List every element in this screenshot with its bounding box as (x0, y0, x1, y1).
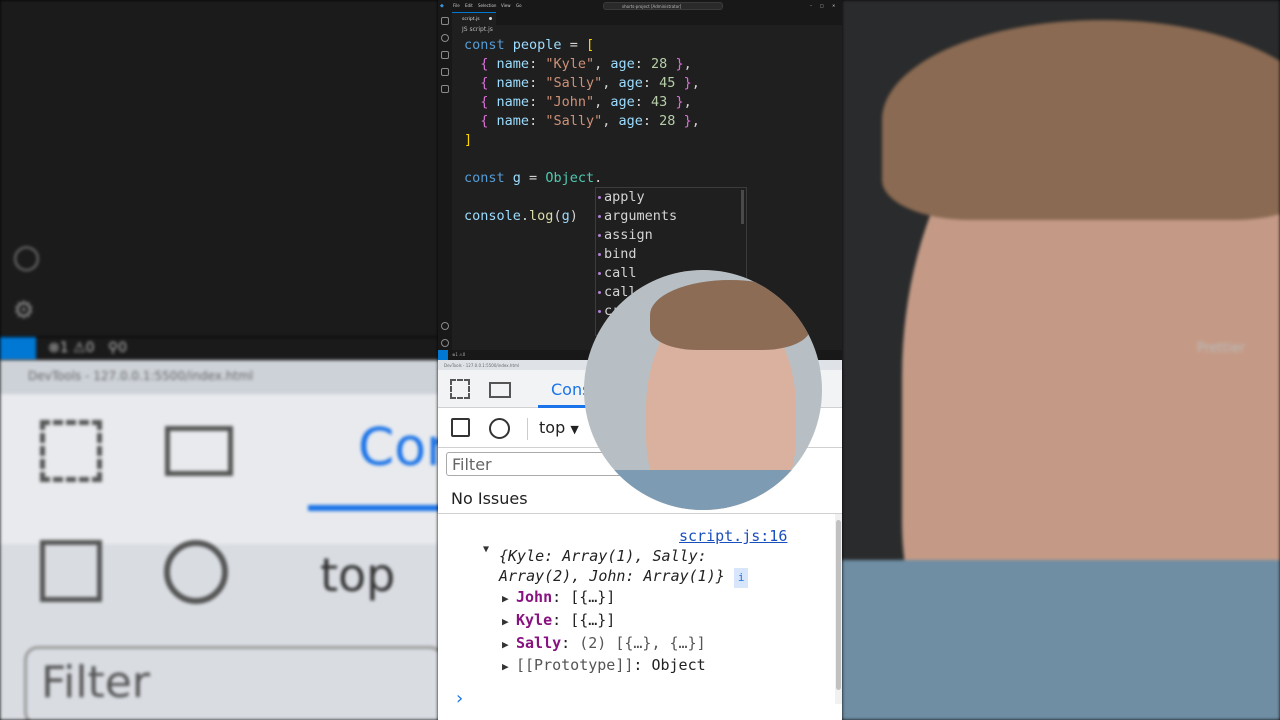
suggestion-item[interactable]: assign (596, 226, 746, 245)
menu-go[interactable]: Go (516, 3, 522, 8)
console-prompt-icon[interactable]: › (454, 688, 465, 709)
background-problems: ⊗1 ⚠0 ⚲0 (48, 340, 128, 356)
background-left-devtools: DevTools - 127.0.0.1:5500/index.html Con… (0, 360, 438, 720)
source-control-icon[interactable] (441, 51, 449, 59)
menu-selection[interactable]: Selection (478, 3, 496, 8)
background-devtools-title: DevTools - 127.0.0.1:5500/index.html (0, 360, 438, 394)
inspect-element-icon[interactable] (450, 379, 470, 399)
collapsed-triangle-icon: ▶ (502, 615, 509, 628)
manage-gear-icon[interactable] (441, 339, 449, 347)
presenter-hair (650, 280, 810, 350)
background-right-face: Prettier (842, 0, 1280, 720)
console-output[interactable]: script.js:16 ▼ {Kyle: Array(1), Sally: A… (438, 516, 834, 720)
extensions-icon[interactable] (441, 85, 449, 93)
log-source-link[interactable]: script.js:16 (679, 527, 787, 545)
background-device-icon (165, 426, 233, 476)
suggestion-item[interactable]: bind (596, 245, 746, 264)
code-line-8: const g = Object. (464, 170, 603, 186)
background-left-editor: ◯ ⚙ (0, 0, 438, 337)
breadcrumb[interactable]: JS script.js (462, 26, 493, 33)
run-debug-icon[interactable] (441, 68, 449, 76)
info-icon[interactable]: i (733, 568, 749, 588)
background-inspect-icon (40, 420, 102, 482)
device-toolbar-icon[interactable] (489, 382, 511, 398)
context-selector[interactable]: top ▼ (539, 418, 579, 437)
unsaved-dot-icon (489, 17, 492, 20)
maximize-button[interactable]: □ (820, 3, 824, 8)
remote-indicator[interactable] (438, 350, 448, 360)
problems-count[interactable]: ⊗1 ⚠0 (452, 352, 465, 357)
property-row[interactable]: ▶ Kyle: [{…}] (502, 611, 615, 629)
tab-script-js[interactable]: script.js (452, 12, 496, 25)
explorer-icon[interactable] (441, 17, 449, 25)
menu-view[interactable]: View (501, 3, 511, 8)
log-summary[interactable]: {Kyle: Array(1), Sally: Array(2), John: … (499, 546, 789, 588)
code-line-5: { name: "Sally", age: 28 }, (480, 113, 700, 129)
collapsed-triangle-icon: ▶ (502, 638, 509, 651)
screen: ◯ ⚙ ⊗1 ⚠0 ⚲0 DevTools - 127.0.0.1:5500/i… (0, 0, 1280, 720)
suggestion-item[interactable]: apply (596, 188, 746, 207)
vscode-logo-icon: ◆ (440, 3, 444, 9)
code-line-6: ] (464, 132, 473, 148)
presenter-video-circle (584, 270, 822, 510)
collapsed-triangle-icon: ▶ (502, 592, 509, 605)
property-row[interactable]: ▶ Sally: (2) [{…}, {…}] (502, 634, 706, 652)
suggestion-item[interactable]: arguments (596, 207, 746, 226)
background-left-statusbar: ⊗1 ⚠0 ⚲0 (0, 337, 438, 360)
tab-bar: script.js (438, 12, 842, 25)
code-line-2: { name: "Kyle", age: 28 }, (480, 56, 692, 72)
suggestion-scrollbar[interactable] (741, 190, 744, 224)
search-icon[interactable] (441, 34, 449, 42)
minimize-button[interactable]: – (810, 3, 812, 8)
account-icon: ◯ (13, 243, 40, 271)
clear-console-icon[interactable] (489, 418, 510, 439)
console-scrollbar[interactable] (835, 514, 842, 704)
close-button[interactable]: ✕ (832, 3, 835, 8)
account-icon[interactable] (441, 322, 449, 330)
menu-file[interactable]: File (453, 3, 460, 8)
menu-bar: ◆ File Edit Selection View Go shorts-pro… (438, 0, 842, 12)
collapsed-triangle-icon: ▶ (502, 660, 509, 673)
command-center[interactable]: shorts-project [Administrator] (603, 2, 723, 10)
property-row[interactable]: ▶ [[Prototype]]: Object (502, 656, 706, 674)
toolbar-divider (527, 418, 528, 440)
code-line-3: { name: "Sally", age: 45 }, (480, 75, 700, 91)
code-line-4: { name: "John", age: 43 }, (480, 94, 692, 110)
dropdown-arrow-icon: ▼ (570, 423, 579, 436)
sidebar-toggle-icon[interactable] (451, 418, 470, 437)
presenter-shirt (584, 470, 822, 510)
code-line-1: const people = [ (464, 37, 595, 53)
menu-edit[interactable]: Edit (465, 3, 473, 8)
settings-icon: ⚙ (13, 296, 35, 324)
activity-bar (438, 12, 452, 350)
property-row[interactable]: ▶ John: [{…}] (502, 588, 615, 606)
expand-triangle-icon[interactable]: ▼ (483, 544, 489, 555)
